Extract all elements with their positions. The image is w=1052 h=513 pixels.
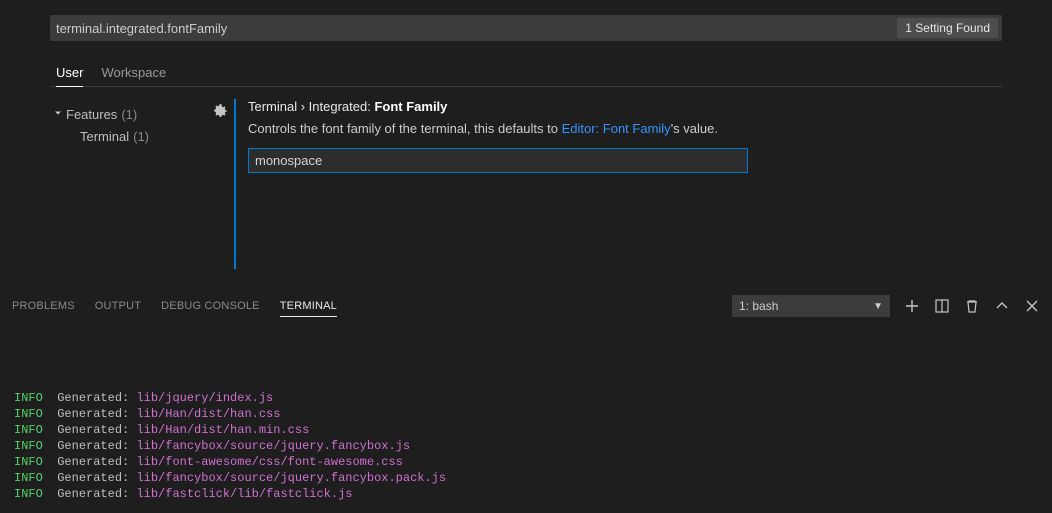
outline-features[interactable]: Features (1) xyxy=(50,103,206,125)
split-terminal-button[interactable] xyxy=(934,298,950,314)
settings-search-row: 1 Setting Found xyxy=(50,15,1002,41)
log-line: INFO Generated: lib/Han/dist/han.css xyxy=(14,406,1038,422)
setting-breadcrumb: Terminal › Integrated: xyxy=(248,99,374,114)
panel-actions: 1: bash ▼ xyxy=(732,295,1040,317)
setting-title: Terminal › Integrated: Font Family xyxy=(248,99,962,114)
settings-body: Features (1) Terminal (1) Terminal › Int… xyxy=(50,99,1002,269)
setting-name: Font Family xyxy=(374,99,447,114)
log-line: INFO Generated: lib/fancybox/source/jque… xyxy=(14,438,1038,454)
tab-terminal[interactable]: Terminal xyxy=(280,300,337,317)
settings-found-badge: 1 Setting Found xyxy=(897,18,998,38)
chevron-down-icon: ▼ xyxy=(873,301,883,312)
kill-terminal-button[interactable] xyxy=(964,298,980,314)
tab-problems[interactable]: Problems xyxy=(12,300,75,312)
scope-tabs: User Workspace xyxy=(50,59,1002,87)
chevron-down-icon xyxy=(50,107,66,122)
log-line: INFO Generated: lib/fastclick/lib/fastcl… xyxy=(14,486,1038,502)
maximize-panel-button[interactable] xyxy=(994,298,1010,314)
tab-debug-console[interactable]: Debug Console xyxy=(161,300,260,312)
close-panel-button[interactable] xyxy=(1024,298,1040,314)
setting-desc-suffix: 's value. xyxy=(671,121,718,136)
terminal-select-value: 1: bash xyxy=(739,299,778,313)
setting-desc-link[interactable]: Editor: Font Family xyxy=(562,121,671,136)
setting-detail-wrap: Terminal › Integrated: Font Family Contr… xyxy=(206,99,1002,269)
bottom-panel: Problems Output Debug Console Terminal 1… xyxy=(0,292,1052,513)
outline-features-label: Features xyxy=(66,107,117,122)
settings-search-input[interactable] xyxy=(50,15,897,41)
tab-output[interactable]: Output xyxy=(95,300,141,312)
log-line: INFO Generated: lib/jquery/index.js xyxy=(14,390,1038,406)
outline-terminal[interactable]: Terminal (1) xyxy=(50,125,206,147)
setting-value-input[interactable] xyxy=(248,148,748,173)
settings-outline: Features (1) Terminal (1) xyxy=(50,99,206,269)
new-terminal-button[interactable] xyxy=(904,298,920,314)
log-line: INFO Generated: lib/font-awesome/css/fon… xyxy=(14,454,1038,470)
setting-description: Controls the font family of the terminal… xyxy=(248,120,962,138)
log-line: INFO Generated: lib/Han/dist/han.min.css xyxy=(14,422,1038,438)
tab-workspace[interactable]: Workspace xyxy=(101,59,166,86)
log-line: INFO Generated: lib/fancybox/source/jque… xyxy=(14,470,1038,486)
outline-terminal-count: (1) xyxy=(129,129,149,144)
setting-detail: Terminal › Integrated: Font Family Contr… xyxy=(234,99,1002,269)
panel-tabs: Problems Output Debug Console Terminal 1… xyxy=(0,292,1052,320)
outline-features-count: (1) xyxy=(117,107,137,122)
terminal-select[interactable]: 1: bash ▼ xyxy=(732,295,890,317)
settings-editor: 1 Setting Found User Workspace Features … xyxy=(0,0,1052,269)
outline-terminal-label: Terminal xyxy=(80,129,129,144)
tab-user[interactable]: User xyxy=(56,59,83,87)
gear-icon[interactable] xyxy=(212,103,228,269)
setting-desc-prefix: Controls the font family of the terminal… xyxy=(248,121,562,136)
terminal-output[interactable]: INFO Generated: lib/jquery/index.jsINFO … xyxy=(0,320,1052,502)
